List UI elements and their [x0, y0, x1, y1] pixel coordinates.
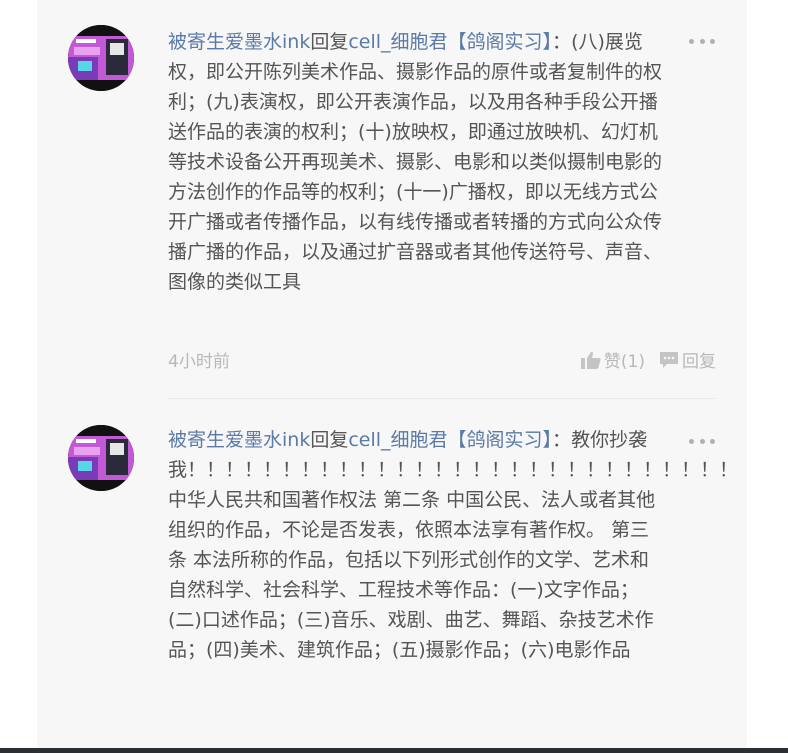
comment-body: 被寄生爱墨水ink回复cell_细胞君【鸽阁实习】：(八)展览权，即公开陈列美术… [168, 27, 668, 297]
like-label: 赞(1) [603, 352, 645, 372]
reply-word: 回复 [310, 31, 349, 53]
reply-word: 回复 [310, 429, 349, 451]
comment-text-block: 被寄生爱墨水ink回复cell_细胞君【鸽阁实习】：(八)展览权，即公开陈列美术… [168, 27, 668, 297]
comment-actions: 赞(1) 回复 [580, 347, 716, 372]
colon: ： [552, 31, 572, 53]
reply-label: 回复 [682, 352, 716, 372]
reply-target-link[interactable]: cell_细胞君【鸽阁实习】 [348, 429, 552, 451]
dot [699, 438, 705, 444]
dot [689, 38, 694, 44]
dot [699, 38, 705, 44]
dot [689, 438, 694, 444]
comment-text-block: 被寄生爱墨水ink回复cell_细胞君【鸽阁实习】：教你抄袭我！！！！！！！！！… [168, 425, 738, 665]
reply-button[interactable]: 回复 [659, 347, 716, 372]
comment-panel: 被寄生爱墨水ink回复cell_细胞君【鸽阁实习】：(八)展览权，即公开陈列美术… [37, 0, 747, 753]
comment-text: (八)展览权，即公开陈列美术作品、摄影作品的原件或者复制件的权利；(九)表演权，… [168, 31, 663, 293]
author-link[interactable]: 被寄生爱墨水ink [168, 429, 310, 451]
comment-body: 被寄生爱墨水ink回复cell_细胞君【鸽阁实习】：教你抄袭我！！！！！！！！！… [168, 425, 738, 665]
like-button[interactable]: 赞(1) [580, 347, 645, 372]
timestamp: 4小时前 [168, 352, 230, 372]
avatar[interactable] [68, 25, 134, 91]
more-dots-icon[interactable] [689, 437, 715, 445]
bottom-bar [0, 748, 788, 753]
comment-text: 教你抄袭我！！！！！！！！！！！！！！！！！！！！！！！！！！！！！ 中华人民共… [168, 429, 739, 661]
chat-bubble-icon [660, 351, 678, 368]
colon: ： [552, 429, 572, 451]
more-dots-icon[interactable] [689, 37, 715, 45]
reply-target-link[interactable]: cell_细胞君【鸽阁实习】 [348, 31, 552, 53]
author-link[interactable]: 被寄生爱墨水ink [168, 31, 310, 53]
avatar-image [68, 25, 134, 91]
divider [168, 398, 716, 399]
dot [710, 38, 715, 44]
avatar[interactable] [68, 425, 134, 491]
avatar-image [68, 425, 134, 491]
thumb-up-icon [580, 351, 601, 369]
dot [710, 438, 715, 444]
